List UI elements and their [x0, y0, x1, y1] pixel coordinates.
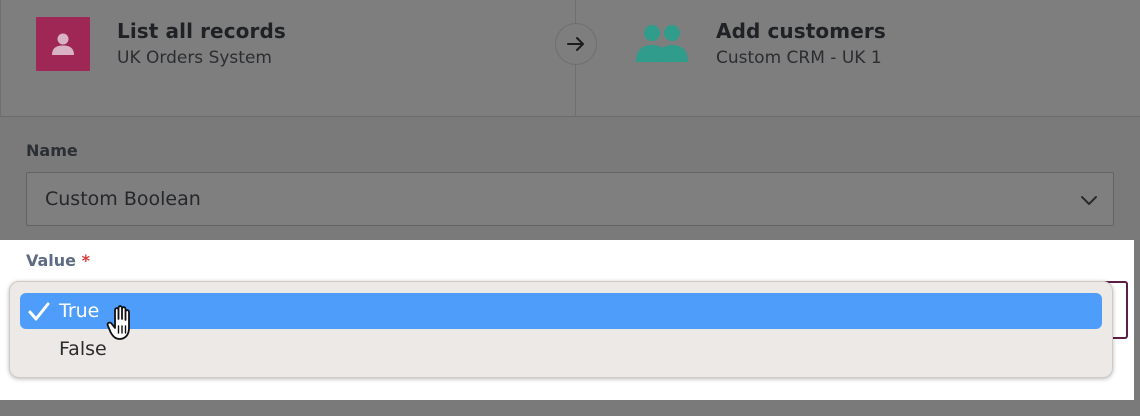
- source-step-card[interactable]: List all records UK Orders System: [0, 0, 576, 116]
- name-select[interactable]: Custom Boolean: [26, 172, 1114, 226]
- step-connector: [555, 23, 597, 65]
- name-field-label: Name: [26, 141, 78, 160]
- source-step-subtitle: UK Orders System: [117, 48, 272, 68]
- option-label: False: [59, 338, 107, 360]
- user-icon: [52, 33, 74, 55]
- source-app-tile: [36, 17, 90, 71]
- name-select-value: Custom Boolean: [45, 188, 201, 210]
- value-dropdown-menu: True False: [9, 281, 1113, 378]
- option-label: True: [59, 300, 100, 322]
- arrow-right-icon: [567, 37, 584, 51]
- workflow-steps: List all records UK Orders System Add cu…: [0, 0, 1140, 117]
- dropdown-option-true[interactable]: True: [20, 293, 1102, 329]
- chevron-down-icon: [1081, 196, 1097, 205]
- source-step-title: List all records: [117, 19, 286, 43]
- dropdown-option-false[interactable]: False: [20, 331, 1102, 367]
- value-label-text: Value: [26, 251, 77, 270]
- checkmark-icon: [28, 302, 50, 321]
- target-step-subtitle: Custom CRM - UK 1: [716, 48, 882, 68]
- target-step-title: Add customers: [716, 19, 886, 43]
- value-field-section: Value * True False: [0, 240, 1134, 400]
- required-marker: *: [81, 251, 90, 270]
- hand-cursor-icon: [106, 305, 130, 340]
- people-icon: [636, 25, 688, 62]
- value-field-label: Value *: [26, 251, 90, 270]
